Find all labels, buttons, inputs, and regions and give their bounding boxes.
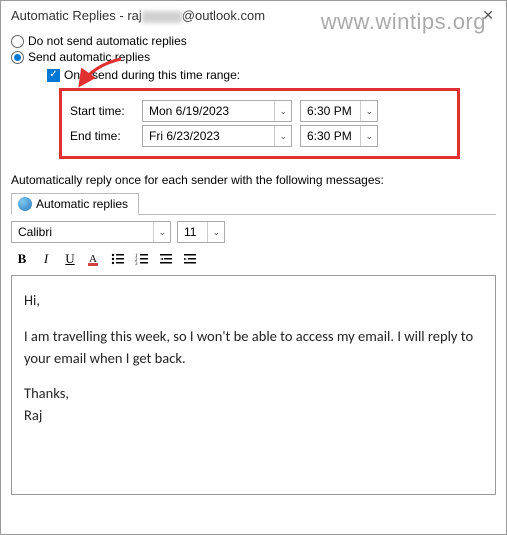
start-time-value: 6:30 PM: [307, 104, 352, 118]
chevron-down-icon: ⌄: [274, 101, 287, 121]
start-time-row: Start time: Mon 6/19/2023 ⌄ 6:30 PM ⌄: [70, 100, 449, 122]
radio-no-auto-replies[interactable]: Do not send automatic replies: [11, 34, 496, 48]
italic-button[interactable]: I: [35, 249, 57, 269]
time-range-highlight: Start time: Mon 6/19/2023 ⌄ 6:30 PM ⌄ En…: [59, 88, 460, 159]
svg-text:3: 3: [135, 262, 138, 267]
redacted-text: [142, 11, 182, 23]
checkbox-label: Only send during this time range:: [64, 68, 240, 82]
font-size-value: 11: [184, 225, 196, 239]
globe-icon: [18, 197, 32, 211]
title-suffix: @outlook.com: [182, 8, 265, 23]
radio-send-auto-replies[interactable]: Send automatic replies: [11, 50, 496, 64]
message-greeting: Hi,: [24, 290, 483, 312]
chevron-down-icon: ⌄: [153, 222, 166, 242]
radio-label: Do not send automatic replies: [28, 34, 187, 48]
chevron-down-icon: ⌄: [207, 222, 220, 242]
underline-button[interactable]: U: [59, 249, 81, 269]
chevron-down-icon: ⌄: [360, 101, 373, 121]
outdent-button[interactable]: [155, 249, 177, 269]
font-toolbar: Calibri ⌄ 11 ⌄: [11, 215, 496, 247]
numbered-list-button[interactable]: 123: [131, 249, 153, 269]
bullet-list-button[interactable]: [107, 249, 129, 269]
start-time-label: Start time:: [70, 104, 134, 118]
checkbox-time-range[interactable]: ✓ Only send during this time range:: [47, 68, 496, 82]
indent-button[interactable]: [179, 249, 201, 269]
start-date-value: Mon 6/19/2023: [149, 104, 229, 118]
font-color-button[interactable]: A: [83, 249, 105, 269]
radio-label: Send automatic replies: [28, 50, 150, 64]
chevron-down-icon: ⌄: [360, 126, 373, 146]
checkbox-icon: ✓: [47, 69, 60, 82]
chevron-down-icon: ⌄: [274, 126, 287, 146]
format-toolbar: B I U A 123: [11, 247, 496, 275]
tab-label: Automatic replies: [36, 197, 128, 211]
radio-icon: [11, 51, 24, 64]
end-time-dropdown[interactable]: 6:30 PM ⌄: [300, 125, 378, 147]
end-time-row: End time: Fri 6/23/2023 ⌄ 6:30 PM ⌄: [70, 125, 449, 147]
instruction-text: Automatically reply once for each sender…: [11, 173, 496, 187]
start-time-dropdown[interactable]: 6:30 PM ⌄: [300, 100, 378, 122]
font-family-value: Calibri: [18, 225, 52, 239]
close-button[interactable]: ✕: [478, 7, 498, 24]
tab-automatic-replies[interactable]: Automatic replies: [11, 193, 139, 215]
message-closing: Thanks, Raj: [24, 383, 483, 427]
start-date-dropdown[interactable]: Mon 6/19/2023 ⌄: [142, 100, 292, 122]
message-body: I am travelling this week, so I won't be…: [24, 326, 483, 370]
end-time-label: End time:: [70, 129, 134, 143]
end-date-value: Fri 6/23/2023: [149, 129, 220, 143]
window-title: Automatic Replies - raj @outlook.com: [11, 8, 478, 23]
font-size-dropdown[interactable]: 11 ⌄: [177, 221, 225, 243]
end-date-dropdown[interactable]: Fri 6/23/2023 ⌄: [142, 125, 292, 147]
title-prefix: Automatic Replies - raj: [11, 8, 142, 23]
radio-icon: [11, 35, 24, 48]
message-textarea[interactable]: Hi, I am travelling this week, so I won'…: [11, 275, 496, 495]
end-time-value: 6:30 PM: [307, 129, 352, 143]
tab-bar: Automatic replies: [11, 193, 496, 215]
bold-button[interactable]: B: [11, 249, 33, 269]
title-bar: Automatic Replies - raj @outlook.com ✕: [1, 1, 506, 28]
font-family-dropdown[interactable]: Calibri ⌄: [11, 221, 171, 243]
